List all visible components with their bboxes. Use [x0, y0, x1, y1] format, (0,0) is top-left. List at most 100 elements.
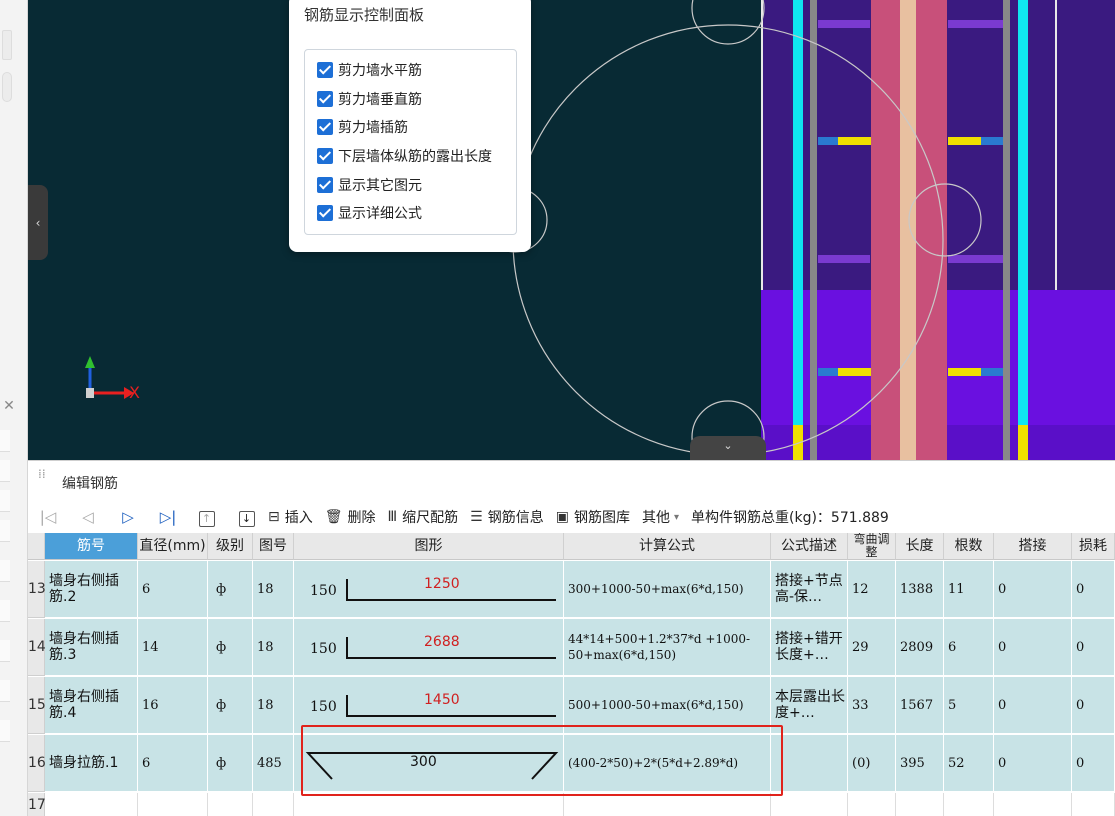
lap-cell[interactable]: 0: [994, 735, 1072, 791]
grade-cell[interactable]: ф: [208, 735, 253, 791]
option-shear-wall-dowel[interactable]: 剪力墙插筋: [305, 113, 516, 142]
option-lower-wall-exposed-length[interactable]: 下层墙体纵筋的露出长度: [305, 142, 516, 171]
bar-name-cell[interactable]: 墙身右侧插筋.3: [45, 619, 138, 675]
loss-cell[interactable]: 0: [1072, 735, 1115, 791]
option-shear-wall-horizontal[interactable]: 剪力墙水平筋: [305, 56, 516, 85]
count-cell[interactable]: 6: [944, 619, 994, 675]
count-cell[interactable]: 52: [944, 735, 994, 791]
checkbox-checked-icon[interactable]: [317, 148, 333, 165]
length-cell[interactable]: 2809: [896, 619, 944, 675]
loss-cell[interactable]: 0: [1072, 677, 1115, 733]
formula-desc-cell[interactable]: 本层露出长度+…: [771, 677, 848, 733]
move-down-icon[interactable]: ↓: [228, 508, 268, 527]
table-row-empty[interactable]: [45, 793, 1115, 816]
loss-cell[interactable]: 0: [1072, 619, 1115, 675]
empty-cell[interactable]: [944, 793, 994, 816]
length-cell[interactable]: 395: [896, 735, 944, 791]
bend-adjust-cell[interactable]: (0): [848, 735, 896, 791]
col-header-formula[interactable]: 计算公式: [564, 533, 771, 560]
diameter-cell[interactable]: 6: [138, 561, 208, 617]
row-number[interactable]: 17: [28, 793, 46, 816]
bar-name-cell[interactable]: 墙身右侧插筋.4: [45, 677, 138, 733]
fig-no-cell[interactable]: 485: [253, 735, 294, 791]
prev-record-icon[interactable]: ◁: [68, 508, 108, 526]
diameter-cell[interactable]: 16: [138, 677, 208, 733]
table-row[interactable]: 墙身右侧插筋.2 6 ф 18 150 1250 300+1000-50+max…: [45, 561, 1115, 618]
formula-cell[interactable]: 300+1000-50+max(6*d,150): [564, 561, 771, 617]
checkbox-checked-icon[interactable]: [317, 205, 333, 222]
grade-cell[interactable]: ф: [208, 619, 253, 675]
option-shear-wall-vertical[interactable]: 剪力墙垂直筋: [305, 85, 516, 114]
empty-cell[interactable]: [45, 793, 138, 816]
col-header-bar-no[interactable]: 筋号: [45, 533, 138, 560]
checkbox-checked-icon[interactable]: [317, 176, 333, 193]
empty-cell[interactable]: [253, 793, 294, 816]
col-header-length[interactable]: 长度: [896, 533, 944, 560]
lap-cell[interactable]: 0: [994, 561, 1072, 617]
count-cell[interactable]: 11: [944, 561, 994, 617]
formula-desc-cell[interactable]: 搭接+节点高-保…: [771, 561, 848, 617]
scale-rebar-button[interactable]: Ⅲ 缩尺配筋: [388, 507, 459, 527]
row-number[interactable]: 14: [28, 619, 46, 676]
move-up-icon[interactable]: ↑: [188, 508, 228, 527]
lap-cell[interactable]: 0: [994, 619, 1072, 675]
last-record-icon[interactable]: ▷|: [148, 508, 188, 526]
checkbox-checked-icon[interactable]: [317, 62, 333, 79]
empty-cell[interactable]: [896, 793, 944, 816]
table-row[interactable]: 墙身右侧插筋.3 14 ф 18 150 2688 44*14+500+1.2*…: [45, 619, 1115, 676]
checkbox-checked-icon[interactable]: [317, 90, 333, 107]
col-header-grade[interactable]: 级别: [208, 533, 253, 560]
first-record-icon[interactable]: |◁: [28, 508, 68, 526]
empty-cell[interactable]: [564, 793, 771, 816]
formula-cell[interactable]: 44*14+500+1.2*37*d +1000-50+max(6*d,150): [564, 619, 771, 675]
fig-no-cell[interactable]: 18: [253, 677, 294, 733]
empty-cell[interactable]: [294, 793, 564, 816]
empty-cell[interactable]: [208, 793, 253, 816]
formula-desc-cell[interactable]: 搭接+错开长度+…: [771, 619, 848, 675]
rebar-info-button[interactable]: ☰ 钢筋信息: [470, 507, 544, 527]
diameter-cell[interactable]: 6: [138, 735, 208, 791]
length-cell[interactable]: 1388: [896, 561, 944, 617]
other-dropdown[interactable]: 其他 ▾: [642, 507, 679, 527]
option-show-other-elements[interactable]: 显示其它图元: [305, 170, 516, 199]
col-header-diameter[interactable]: 直径(mm): [138, 533, 208, 560]
collapse-bottom-button[interactable]: ⌄: [690, 436, 766, 460]
col-header-formula-desc[interactable]: 公式描述: [771, 533, 848, 560]
close-icon[interactable]: ✕: [0, 398, 18, 414]
rebar-library-button[interactable]: ▣ 钢筋图库: [556, 507, 630, 527]
col-header-fig-no[interactable]: 图号: [253, 533, 294, 560]
fig-no-cell[interactable]: 18: [253, 619, 294, 675]
bar-name-cell[interactable]: 墙身右侧插筋.2: [45, 561, 138, 617]
empty-cell[interactable]: [848, 793, 896, 816]
col-header-loss[interactable]: 损耗: [1072, 533, 1115, 560]
count-cell[interactable]: 5: [944, 677, 994, 733]
option-show-detailed-formula[interactable]: 显示详细公式: [305, 199, 516, 228]
row-number[interactable]: 13: [28, 561, 46, 618]
3d-viewport[interactable]: X: [28, 0, 1115, 460]
delete-button[interactable]: 🗑 删除: [325, 507, 376, 527]
col-header-shape[interactable]: 图形: [294, 533, 564, 560]
empty-cell[interactable]: [994, 793, 1072, 816]
empty-cell[interactable]: [771, 793, 848, 816]
bend-adjust-cell[interactable]: 33: [848, 677, 896, 733]
bend-adjust-cell[interactable]: 12: [848, 561, 896, 617]
loss-cell[interactable]: 0: [1072, 561, 1115, 617]
bar-name-cell[interactable]: 墙身拉筋.1: [45, 735, 138, 791]
checkbox-checked-icon[interactable]: [317, 119, 333, 136]
collapse-left-button[interactable]: ‹: [28, 185, 48, 260]
grade-cell[interactable]: ф: [208, 561, 253, 617]
shape-cell[interactable]: 150 1250: [294, 561, 564, 617]
row-number[interactable]: 16: [28, 735, 46, 792]
empty-cell[interactable]: [1072, 793, 1115, 816]
col-header-lap[interactable]: 搭接: [994, 533, 1072, 560]
fig-no-cell[interactable]: 18: [253, 561, 294, 617]
insert-button[interactable]: ⊟ 插入: [268, 507, 313, 527]
drag-handle-icon[interactable]: ⁞⁞: [38, 468, 48, 487]
empty-cell[interactable]: [138, 793, 208, 816]
lap-cell[interactable]: 0: [994, 677, 1072, 733]
shape-cell[interactable]: 150 2688: [294, 619, 564, 675]
grade-cell[interactable]: ф: [208, 677, 253, 733]
col-header-bend-adjust[interactable]: 弯曲调整: [848, 533, 896, 560]
bend-adjust-cell[interactable]: 29: [848, 619, 896, 675]
row-number[interactable]: 15: [28, 677, 46, 734]
